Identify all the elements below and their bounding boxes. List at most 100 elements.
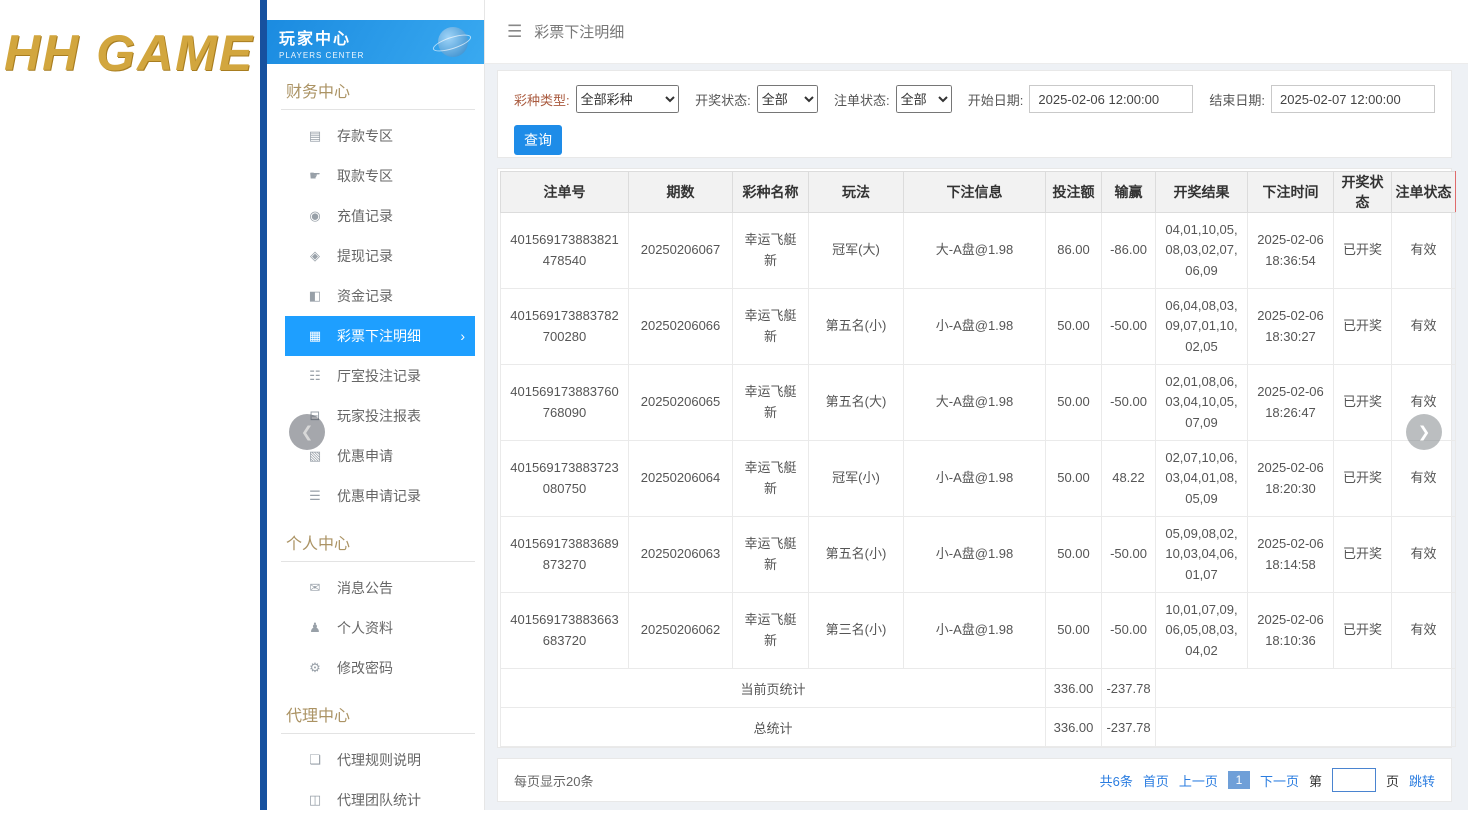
table-row: 40156917388372308075020250206064幸运飞艇新冠军(… — [501, 441, 1456, 517]
column-header: 注单状态 — [1392, 172, 1456, 213]
cell-result: 05,09,08,02,10,03,04,06,01,07 — [1156, 517, 1248, 593]
cell-draw-status: 已开奖 — [1334, 213, 1392, 289]
sidebar-item-withdrawal-records[interactable]: ◈提现记录 — [285, 236, 475, 276]
cell-bet-no: 401569173883782700280 — [501, 289, 629, 365]
total-summary-empty — [1156, 708, 1456, 747]
cell-play: 第五名(大) — [809, 365, 904, 441]
cell-win-loss: -50.00 — [1102, 593, 1156, 669]
sidebar-item-deposit-zone[interactable]: ▤存款专区 — [285, 116, 475, 156]
cell-result: 06,04,08,03,09,07,01,10,02,05 — [1156, 289, 1248, 365]
jump-suffix-label: 页 — [1386, 771, 1399, 790]
sidebar-item-profile[interactable]: ♟个人资料 — [285, 608, 475, 648]
cell-play: 冠军(小) — [809, 441, 904, 517]
cell-bet-info: 小-A盘@1.98 — [904, 441, 1046, 517]
table-row: 40156917388382147854020250206067幸运飞艇新冠军(… — [501, 213, 1456, 289]
start-date-label: 开始日期: — [968, 90, 1024, 109]
list-icon: ▦ — [307, 328, 323, 344]
scroll-right-arrow[interactable]: ❯ — [1406, 414, 1442, 450]
sidebar-item-recharge-records[interactable]: ◉充值记录 — [285, 196, 475, 236]
cell-bet-no: 401569173883723080750 — [501, 441, 629, 517]
lottery-type-select[interactable]: 全部彩种 — [576, 85, 680, 113]
cell-play: 冠军(大) — [809, 213, 904, 289]
sidebar-header: 玩家中心 PLAYERS CENTER — [267, 20, 484, 64]
site-logo: HH GAME — [4, 24, 254, 82]
rows-icon: ☷ — [307, 368, 323, 384]
sidebar-item-lottery-bet-details[interactable]: ▦彩票下注明细› — [285, 316, 475, 356]
query-button[interactable]: 查询 — [514, 125, 562, 155]
sidebar-item-withdraw-zone[interactable]: ☛取款专区 — [285, 156, 475, 196]
sidebar-item-label: 个人资料 — [337, 618, 393, 638]
cell-bet-status: 有效 — [1392, 213, 1456, 289]
sidebar-item-label: 提现记录 — [337, 246, 393, 266]
current-page-indicator[interactable]: 1 — [1228, 771, 1250, 789]
end-date-input[interactable] — [1271, 85, 1435, 113]
page-summary-label: 当前页统计 — [501, 669, 1046, 708]
cell-lottery: 幸运飞艇新 — [733, 593, 809, 669]
cell-bet-status: 有效 — [1392, 441, 1456, 517]
chart-icon: ◫ — [307, 792, 323, 808]
sidebar-item-label: 修改密码 — [337, 658, 393, 678]
cell-amount: 50.00 — [1046, 441, 1102, 517]
sidebar: 玩家中心 PLAYERS CENTER 财务中心 ▤存款专区☛取款专区◉充值记录… — [260, 0, 485, 810]
cell-lottery: 幸运飞艇新 — [733, 365, 809, 441]
cell-play: 第五名(小) — [809, 517, 904, 593]
cell-period: 20250206063 — [629, 517, 733, 593]
personal-menu: ✉消息公告♟个人资料 ⚙ 修改密码 — [267, 568, 484, 688]
end-date-label: 结束日期: — [1209, 90, 1265, 109]
bet-status-select[interactable]: 全部 — [896, 85, 952, 113]
jump-page-input[interactable] — [1332, 768, 1376, 792]
cell-bet-time: 2025-02-06 18:20:30 — [1248, 441, 1334, 517]
table-row: 40156917388368987327020250206063幸运飞艇新第五名… — [501, 517, 1456, 593]
cell-draw-status: 已开奖 — [1334, 289, 1392, 365]
cell-bet-time: 2025-02-06 18:26:47 — [1248, 365, 1334, 441]
sidebar-item-label: 优惠申请 — [337, 446, 393, 466]
column-header: 彩种名称 — [733, 172, 809, 213]
sidebar-item-agent-team-stats[interactable]: ◫ 代理团队统计 — [285, 780, 475, 820]
cell-play: 第五名(小) — [809, 289, 904, 365]
jump-button[interactable]: 跳转 — [1409, 771, 1435, 790]
first-page-link[interactable]: 首页 — [1143, 771, 1169, 790]
cell-lottery: 幸运飞艇新 — [733, 289, 809, 365]
cell-amount: 50.00 — [1046, 517, 1102, 593]
cell-win-loss: -50.00 — [1102, 365, 1156, 441]
jump-prefix-label: 第 — [1309, 771, 1322, 790]
gear-icon: ⚙ — [307, 660, 323, 676]
cell-win-loss: -50.00 — [1102, 289, 1156, 365]
globe-icon — [438, 27, 468, 57]
column-header: 玩法 — [809, 172, 904, 213]
sidebar-item-promo-apply-records[interactable]: ☰优惠申请记录 — [285, 476, 475, 516]
cell-period: 20250206066 — [629, 289, 733, 365]
cell-bet-info: 大-A盘@1.98 — [904, 213, 1046, 289]
start-date-input[interactable] — [1029, 85, 1193, 113]
next-page-link[interactable]: 下一页 — [1260, 771, 1299, 790]
total-count-text: 共6条 — [1100, 771, 1133, 790]
section-heading-finance: 财务中心 — [281, 64, 475, 110]
filter-row: 彩种类型: 全部彩种 开奖状态: 全部 注单状态: 全部 开始日期: 结束日期: — [498, 71, 1451, 113]
cell-bet-status: 有效 — [1392, 517, 1456, 593]
section-heading-personal: 个人中心 — [281, 516, 475, 562]
scroll-left-arrow[interactable]: ❮ — [289, 414, 325, 450]
hamburger-icon[interactable]: ☰ — [507, 22, 522, 42]
sidebar-item-fund-records[interactable]: ◧资金记录 — [285, 276, 475, 316]
column-header: 输赢 — [1102, 172, 1156, 213]
agent-menu: ❏代理规则说明 ◫ 代理团队统计 — [267, 740, 484, 820]
cell-bet-no: 401569173883760768090 — [501, 365, 629, 441]
prev-page-link[interactable]: 上一页 — [1179, 771, 1218, 790]
table-row: 40156917388376076809020250206065幸运飞艇新第五名… — [501, 365, 1456, 441]
cell-bet-info: 小-A盘@1.98 — [904, 593, 1046, 669]
sidebar-item-label: 资金记录 — [337, 286, 393, 306]
sidebar-item-label: 代理团队统计 — [337, 790, 421, 810]
cell-period: 20250206062 — [629, 593, 733, 669]
sidebar-item-change-password[interactable]: ⚙ 修改密码 — [285, 648, 475, 688]
sidebar-item-hall-bet-records[interactable]: ☷厅室投注记录 — [285, 356, 475, 396]
draw-status-select[interactable]: 全部 — [757, 85, 818, 113]
records-icon: ☰ — [307, 488, 323, 504]
sidebar-item-agent-rules[interactable]: ❏代理规则说明 — [285, 740, 475, 780]
sidebar-item-label: 消息公告 — [337, 578, 393, 598]
cell-win-loss: -50.00 — [1102, 517, 1156, 593]
column-header: 开奖状态 — [1334, 172, 1392, 213]
bet-table-body: 40156917388382147854020250206067幸运飞艇新冠军(… — [501, 213, 1456, 669]
sidebar-item-messages[interactable]: ✉消息公告 — [285, 568, 475, 608]
total-summary-label: 总统计 — [501, 708, 1046, 747]
page-summary-amount: 336.00 — [1046, 669, 1102, 708]
